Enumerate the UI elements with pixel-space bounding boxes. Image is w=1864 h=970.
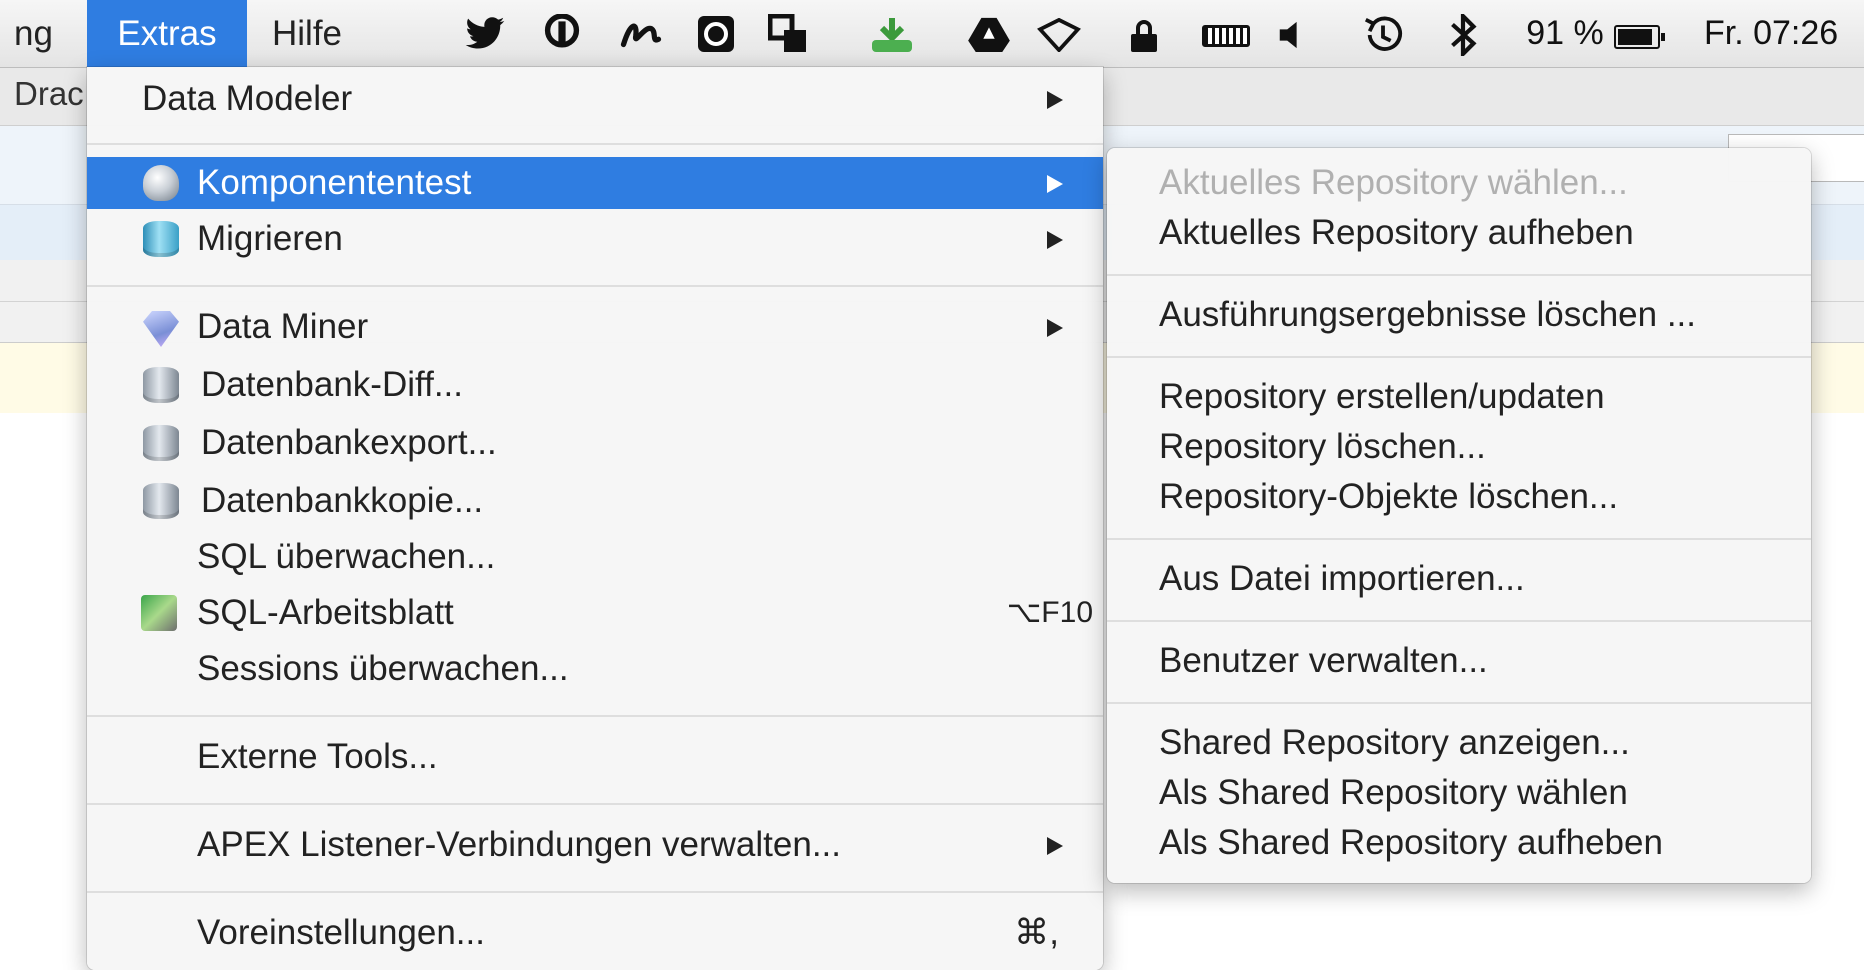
evernote-icon[interactable]: [544, 14, 580, 54]
menu-item-label: Migrieren: [197, 219, 343, 258]
menu-extras[interactable]: Extras: [87, 0, 247, 67]
menu-item-datenbankexport[interactable]: Datenbankexport...: [87, 417, 1103, 469]
menu-item-datenbank-diff[interactable]: Datenbank-Diff...: [87, 359, 1103, 411]
submenu-item-ergebnisse-loeschen[interactable]: Ausführungsergebnisse löschen ...: [1107, 290, 1811, 340]
submenu-item-shared-repository-aufheben[interactable]: Als Shared Repository aufheben: [1107, 818, 1811, 868]
app-title-partial: Drac: [14, 75, 84, 112]
submenu-separator: [1107, 356, 1811, 358]
menu-item-label: SQL überwachen...: [197, 537, 496, 576]
submenu-item-repository-waehlen: Aktuelles Repository wählen...: [1159, 163, 1628, 202]
battery-nub: [1661, 33, 1665, 41]
menu-item-shortcut: ⌥F10: [1006, 596, 1093, 629]
submenu-arrow-icon: [1047, 175, 1063, 193]
submenu-separator: [1107, 538, 1811, 540]
menu-item-label: Sessions überwachen...: [197, 649, 569, 688]
battery-icon[interactable]: [1614, 25, 1665, 49]
submenu-item-shared-repository-waehlen[interactable]: Als Shared Repository wählen: [1107, 768, 1811, 818]
battery-fill: [1618, 29, 1652, 45]
menu-item-shortcut: ⌘,: [1014, 913, 1059, 952]
submenu-separator: [1107, 274, 1811, 276]
submenu-item-repository-loeschen[interactable]: Repository löschen...: [1107, 422, 1811, 472]
database-icon: [143, 425, 179, 461]
lock-body: [1131, 34, 1157, 52]
menu-item-label: Datenbankexport...: [201, 423, 497, 462]
lock-icon[interactable]: [1131, 20, 1157, 52]
menu-item-data-miner[interactable]: Data Miner: [87, 301, 1103, 353]
menu-partial-item[interactable]: ng: [14, 0, 53, 67]
twitter-icon[interactable]: [464, 16, 506, 52]
menu-item-label: Komponententest: [197, 163, 472, 202]
menu-separator: [87, 891, 1103, 893]
menu-item-label: Data Miner: [197, 307, 369, 346]
menu-item-komponententest[interactable]: Komponententest: [87, 157, 1103, 209]
submenu-arrow-icon: [1047, 837, 1063, 855]
menu-item-label: Datenbank-Diff...: [201, 365, 463, 404]
submenu-item-repository-aufheben[interactable]: Aktuelles Repository aufheben: [1107, 208, 1811, 258]
submenu-arrow-icon: [1047, 91, 1063, 109]
menu-item-label: Voreinstellungen...: [197, 913, 485, 952]
menu-item-datenbankkopie[interactable]: Datenbankkopie...: [87, 475, 1103, 527]
submenu-arrow-icon: [1047, 319, 1063, 337]
menu-item-externe-tools[interactable]: Externe Tools...: [87, 731, 1103, 783]
menu-separator: [87, 803, 1103, 805]
download-icon[interactable]: [870, 16, 914, 54]
menu-item-label: Datenbankkopie...: [201, 481, 484, 520]
menu-separator: [87, 285, 1103, 287]
menu-item-label: Data Modeler: [142, 79, 353, 118]
submenu-item-repository-objekte-loeschen[interactable]: Repository-Objekte löschen...: [1107, 472, 1811, 522]
menu-separator: [87, 715, 1103, 717]
menu-item-label: SQL-Arbeitsblatt: [197, 593, 454, 632]
submenu-item-benutzer-verwalten[interactable]: Benutzer verwalten...: [1107, 636, 1811, 686]
memory-card-icon[interactable]: [1202, 25, 1250, 47]
menu-item-sessions-ueberwachen[interactable]: Sessions überwachen...: [87, 643, 1103, 695]
screenshot-app-icon[interactable]: [696, 14, 736, 54]
google-drive-icon[interactable]: [968, 16, 1010, 52]
window-switch-icon[interactable]: [768, 14, 808, 54]
menu-separator: [87, 143, 1103, 145]
menu-item-label: Externe Tools...: [197, 737, 438, 776]
submenu-separator: [1107, 702, 1811, 704]
database-icon: [143, 483, 179, 519]
submenu-separator: [1107, 620, 1811, 622]
komponententest-submenu: Aktuelles Repository wählen... Aktuelles…: [1107, 148, 1811, 883]
submenu-item-shared-repository-anzeigen[interactable]: Shared Repository anzeigen...: [1107, 718, 1811, 768]
gem-icon: [143, 311, 179, 347]
submenu-item-repository-erstellen[interactable]: Repository erstellen/updaten: [1107, 372, 1811, 422]
battery-percent: 91 %: [1526, 14, 1604, 52]
menu-bar: ng Extras Hilfe 91 % Fr. 07:26: [0, 0, 1864, 68]
worksheet-icon: [141, 595, 177, 631]
dropbox-icon[interactable]: [1036, 18, 1082, 52]
time-machine-icon[interactable]: [1362, 14, 1404, 56]
menu-item-sql-arbeitsblatt[interactable]: SQL-Arbeitsblatt ⌥F10: [87, 587, 1103, 639]
migrate-database-icon: [143, 221, 179, 257]
volume-icon[interactable]: [1276, 20, 1306, 50]
extras-menu: Data Modeler Komponententest Migrieren D…: [87, 67, 1103, 970]
submenu-arrow-icon: [1047, 231, 1063, 249]
menu-item-migrieren[interactable]: Migrieren: [87, 213, 1103, 265]
database-icon: [143, 367, 179, 403]
submenu-item-aus-datei-importieren[interactable]: Aus Datei importieren...: [1107, 554, 1811, 604]
menu-item-voreinstellungen[interactable]: Voreinstellungen... ⌘,: [87, 907, 1103, 959]
menu-item-sql-ueberwachen[interactable]: SQL überwachen...: [87, 531, 1103, 583]
menu-item-data-modeler[interactable]: Data Modeler: [87, 73, 1103, 125]
menu-item-apex-listener[interactable]: APEX Listener-Verbindungen verwalten...: [87, 819, 1103, 871]
signature-icon[interactable]: [620, 18, 662, 50]
clock[interactable]: Fr. 07:26: [1704, 0, 1864, 67]
menu-hilfe[interactable]: Hilfe: [272, 0, 342, 67]
bluetooth-icon[interactable]: [1448, 14, 1478, 56]
unit-test-icon: [143, 165, 179, 201]
menu-item-label: APEX Listener-Verbindungen verwalten...: [197, 825, 841, 864]
